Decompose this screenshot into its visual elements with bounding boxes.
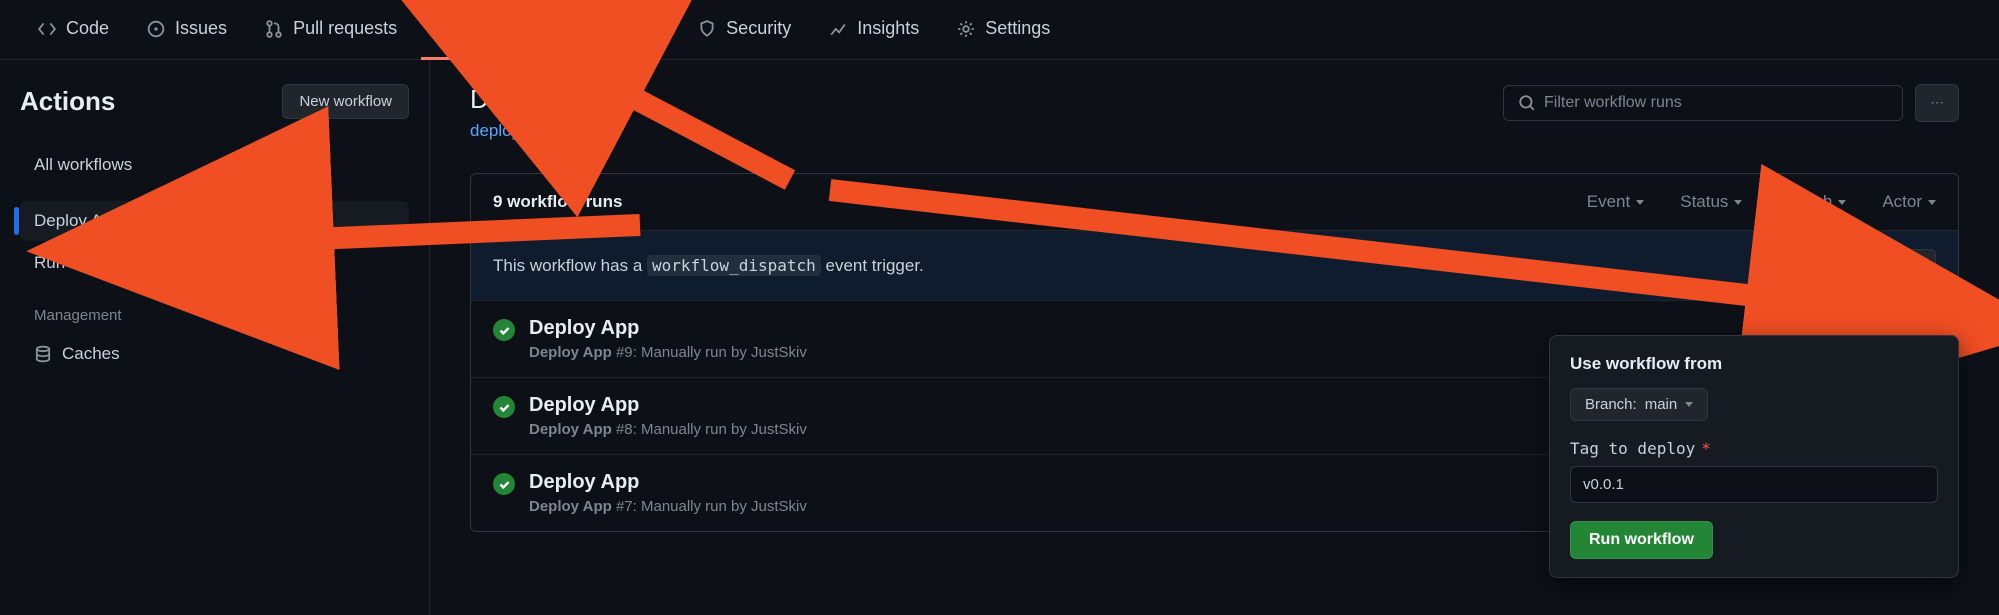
- more-button[interactable]: ⋯: [1915, 84, 1959, 122]
- nav-issues-label: Issues: [175, 18, 227, 39]
- workflow-file-link[interactable]: deploy.yaml: [470, 121, 559, 140]
- filter-actor[interactable]: Actor: [1882, 192, 1936, 212]
- nav-insights[interactable]: Insights: [815, 0, 933, 60]
- tag-input[interactable]: [1570, 466, 1938, 503]
- sidebar-item-label: Deploy App: [34, 211, 121, 231]
- success-icon: [493, 396, 515, 418]
- dispatch-text-suffix: event trigger.: [826, 256, 924, 275]
- popover-title: Use workflow from: [1570, 354, 1938, 374]
- sidebar-section-management: Management: [20, 285, 409, 334]
- code-icon: [38, 20, 56, 38]
- nav-settings[interactable]: Settings: [943, 0, 1064, 60]
- nav-pulls[interactable]: Pull requests: [251, 0, 411, 60]
- nav-security[interactable]: Security: [684, 0, 805, 60]
- tag-field-label: Tag to deploy *: [1570, 439, 1938, 458]
- issues-icon: [147, 20, 165, 38]
- nav-settings-label: Settings: [985, 18, 1050, 39]
- filter-input-wrap[interactable]: [1503, 85, 1903, 121]
- sidebar-item-caches[interactable]: Caches: [20, 334, 409, 374]
- database-icon: [34, 345, 52, 363]
- run-workflow-dropdown-button[interactable]: Run workflow: [1800, 249, 1936, 282]
- gear-icon: [957, 20, 975, 38]
- sidebar-item-run-tests[interactable]: Run Tests: [20, 243, 409, 283]
- chevron-down-icon: [1913, 263, 1921, 268]
- pull-request-icon: [265, 20, 283, 38]
- nav-actions[interactable]: Actions: [421, 0, 543, 60]
- nav-code-label: Code: [66, 18, 109, 39]
- nav-projects-label: Projects: [595, 18, 660, 39]
- page-title: Deploy App: [470, 84, 603, 115]
- run-workflow-popover: Use workflow from Branch: main Tag to de…: [1549, 335, 1959, 578]
- dispatch-text-prefix: This workflow has a: [493, 256, 647, 275]
- sidebar-title: Actions: [20, 86, 115, 117]
- main-content: Deploy App deploy.yaml ⋯ 9 workflow runs…: [430, 60, 1999, 615]
- run-title: Deploy App: [529, 471, 807, 494]
- success-icon: [493, 473, 515, 495]
- projects-icon: [567, 20, 585, 38]
- sidebar-item-label: All workflows: [34, 155, 132, 175]
- kebab-icon: ⋯: [1930, 95, 1943, 111]
- run-subtitle: Deploy App #7: Manually run by JustSkiv: [529, 498, 807, 515]
- chevron-down-icon: [1636, 200, 1644, 205]
- branch-select[interactable]: Branch: main: [1570, 388, 1708, 421]
- run-title: Deploy App: [529, 317, 807, 340]
- nav-projects[interactable]: Projects: [553, 0, 674, 60]
- filter-status[interactable]: Status: [1680, 192, 1742, 212]
- sidebar-item-label: Caches: [62, 344, 120, 364]
- nav-insights-label: Insights: [857, 18, 919, 39]
- chevron-down-icon: [1734, 200, 1742, 205]
- chevron-down-icon: [1838, 200, 1846, 205]
- success-icon: [493, 319, 515, 341]
- sidebar-all-workflows[interactable]: All workflows: [20, 145, 409, 185]
- graph-icon: [829, 20, 847, 38]
- nav-security-label: Security: [726, 18, 791, 39]
- nav-pulls-label: Pull requests: [293, 18, 397, 39]
- new-workflow-button[interactable]: New workflow: [282, 84, 409, 119]
- run-title: Deploy App: [529, 394, 807, 417]
- search-icon: [1518, 94, 1536, 112]
- runs-count: 9 workflow runs: [493, 192, 622, 212]
- filter-runs-input[interactable]: [1544, 94, 1888, 112]
- dispatch-banner: This workflow has a workflow_dispatch ev…: [471, 231, 1958, 301]
- chevron-down-icon: [1928, 200, 1936, 205]
- dispatch-code: workflow_dispatch: [647, 255, 821, 276]
- run-subtitle: Deploy App #9: Manually run by JustSkiv: [529, 344, 807, 361]
- repo-nav: Code Issues Pull requests Actions Projec…: [0, 0, 1999, 60]
- filter-branch[interactable]: Branch: [1778, 192, 1846, 212]
- nav-code[interactable]: Code: [24, 0, 123, 60]
- run-subtitle: Deploy App #8: Manually run by JustSkiv: [529, 421, 807, 438]
- play-icon: [435, 19, 453, 37]
- sidebar-item-label: Run Tests: [34, 253, 109, 273]
- filter-event[interactable]: Event: [1587, 192, 1644, 212]
- run-workflow-submit-button[interactable]: Run workflow: [1570, 521, 1713, 559]
- nav-actions-label: Actions: [463, 18, 529, 39]
- shield-icon: [698, 20, 716, 38]
- nav-issues[interactable]: Issues: [133, 0, 241, 60]
- sidebar-item-deploy-app[interactable]: Deploy App: [20, 201, 409, 241]
- chevron-down-icon: [1685, 402, 1693, 407]
- required-star-icon: *: [1701, 439, 1711, 458]
- sidebar: Actions New workflow All workflows Deplo…: [0, 60, 430, 615]
